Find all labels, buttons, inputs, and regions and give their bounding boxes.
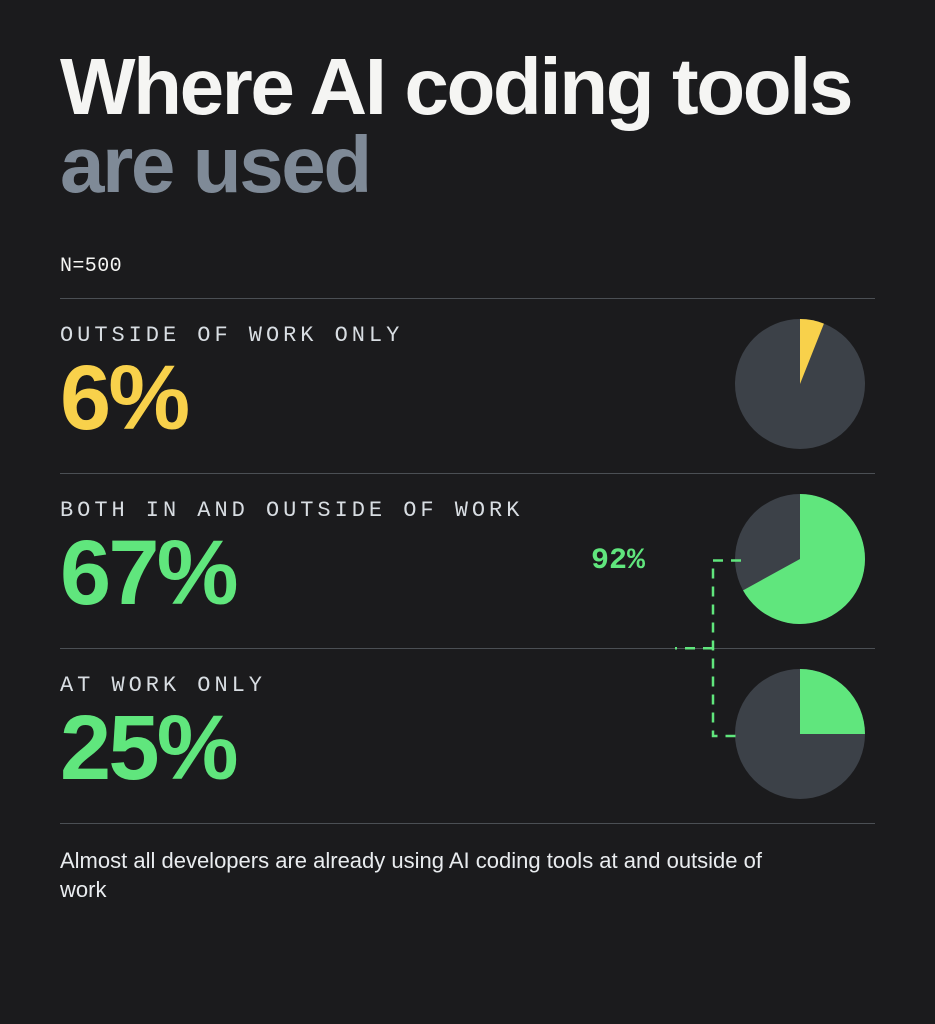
- title-main: Where AI coding tools: [60, 42, 851, 131]
- title-muted: are used: [60, 120, 370, 209]
- chart-rows: OUTSIDE OF WORK ONLY 6% BOTH IN AND OUTS…: [60, 298, 875, 824]
- page-title: Where AI coding tools are used: [60, 48, 875, 205]
- row-label: OUTSIDE OF WORK ONLY: [60, 323, 725, 348]
- footnote: Almost all developers are already using …: [60, 824, 780, 905]
- pie-icon: [735, 494, 865, 624]
- row-value: 6%: [60, 352, 725, 444]
- chart-row: AT WORK ONLY 25%: [60, 648, 875, 824]
- chart-row: OUTSIDE OF WORK ONLY 6%: [60, 298, 875, 473]
- row-value: 25%: [60, 702, 725, 794]
- callout-value: 92%: [591, 544, 645, 578]
- sample-size: N=500: [60, 249, 875, 298]
- row-label: BOTH IN AND OUTSIDE OF WORK: [60, 498, 725, 523]
- pie-icon: [735, 319, 865, 449]
- pie-icon: [735, 669, 865, 799]
- chart-row: BOTH IN AND OUTSIDE OF WORK 67% 92%: [60, 473, 875, 648]
- row-label: AT WORK ONLY: [60, 673, 725, 698]
